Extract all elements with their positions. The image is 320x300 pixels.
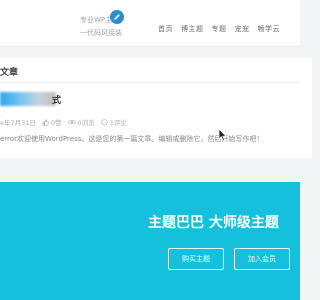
promo-banner: 主题巴巴 大师级主题 购买主题 加入会员 [0,182,300,300]
pencil-edit-icon[interactable] [110,10,124,24]
post-meta: e年7月31日 0赞 0浏览 1评论 [0,116,127,128]
views-group: 0浏览 [67,117,95,127]
join-member-button[interactable]: 加入会员 [234,248,290,270]
comment-icon [101,118,108,125]
site-logo[interactable]: 专业WP主题 一代码风接装 [52,6,148,42]
likes-group[interactable]: 0赞 [42,117,62,127]
blurred-post-title[interactable] [0,92,56,106]
mouse-cursor-icon [218,128,227,142]
views-count: 0浏览 [77,119,95,127]
eye-icon [67,119,76,125]
likes-count: 0赞 [50,119,62,127]
nav-item-themes[interactable]: 博主题 [181,24,204,36]
section-header: 文章 [0,58,300,83]
buy-theme-button[interactable]: 购买主题 [168,248,224,270]
post-title-suffix[interactable]: 式 [52,93,61,106]
thumbs-up-icon [42,118,49,126]
section-title: 文章 [0,68,19,78]
comments-count: 1评论 [109,119,127,127]
nav-item-home[interactable]: 首页 [158,24,173,36]
comments-group[interactable]: 1评论 [101,117,127,127]
main-nav: 首页 博主题 专题 宠宠 畅学云 [158,24,280,36]
banner-title: 主题巴巴 大师级主题 [148,215,279,231]
post-excerpt[interactable]: error欢迎使用WordPress。这是您的第一篇文章。编辑或删除它，然后开始… [0,134,300,144]
nav-item-topics[interactable]: 专题 [212,24,227,36]
logo-tagline-2: 一代码风接装 [80,29,122,37]
nav-item-pets[interactable]: 宠宠 [235,24,250,36]
post-date: e年7月31日 [0,119,36,127]
nav-item-cloud[interactable]: 畅学云 [258,24,281,36]
site-header: 专业WP主题 一代码风接装 首页 博主题 专题 宠宠 畅学云 [0,0,300,47]
article-card: 文章 式 e年7月31日 0赞 0浏览 1评论 error欢迎使用WordPre… [0,58,312,158]
